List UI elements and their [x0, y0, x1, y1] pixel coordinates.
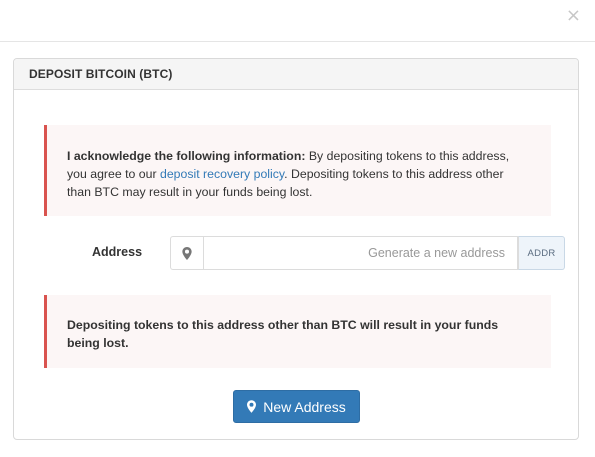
new-address-button[interactable]: New Address	[233, 390, 360, 423]
close-icon[interactable]: ×	[566, 6, 581, 26]
funds-loss-warning: Depositing tokens to this address other …	[44, 295, 551, 368]
deposit-recovery-policy-link[interactable]: deposit recovery policy	[160, 167, 284, 181]
modal-header: ×	[0, 0, 595, 42]
acknowledge-notice: I acknowledge the following information:…	[44, 125, 551, 216]
panel-title: DEPOSIT BITCOIN (BTC)	[14, 59, 578, 90]
address-input-group: ADDR	[170, 236, 565, 270]
warning-text: Depositing tokens to this address other …	[67, 318, 499, 350]
map-marker-icon	[247, 400, 257, 413]
deposit-panel: DEPOSIT BITCOIN (BTC) I acknowledge the …	[13, 58, 579, 440]
address-label: Address	[92, 245, 143, 259]
new-address-label: New Address	[263, 398, 346, 415]
addr-addon: ADDR	[518, 236, 565, 270]
address-input[interactable]	[204, 236, 518, 270]
map-marker-icon	[170, 236, 204, 270]
notice-strong: I acknowledge the following information:	[67, 149, 306, 163]
